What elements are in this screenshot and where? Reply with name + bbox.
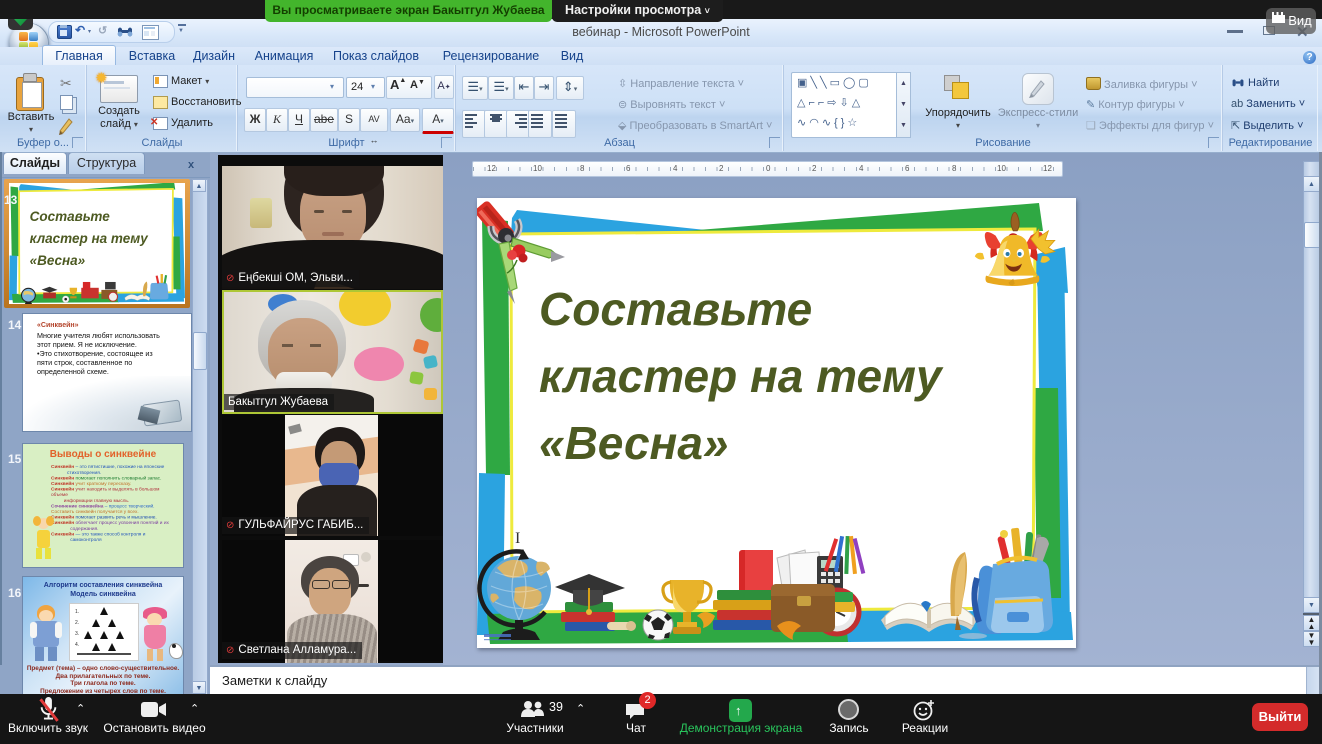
svg-text:кластер на тему: кластер на тему — [539, 350, 944, 402]
svg-text:«Весна»: «Весна» — [539, 417, 728, 469]
svg-text:2.: 2. — [75, 620, 79, 626]
svg-text:3.: 3. — [75, 631, 79, 637]
svg-text:1.: 1. — [75, 609, 79, 615]
svg-text:Составьте: Составьте — [539, 283, 812, 335]
svg-text:Составьте: Составьте — [30, 209, 111, 224]
svg-text:кластер на тему: кластер на тему — [30, 231, 150, 246]
svg-text:«Весна»: «Весна» — [30, 253, 86, 268]
svg-text:4.: 4. — [75, 642, 79, 648]
